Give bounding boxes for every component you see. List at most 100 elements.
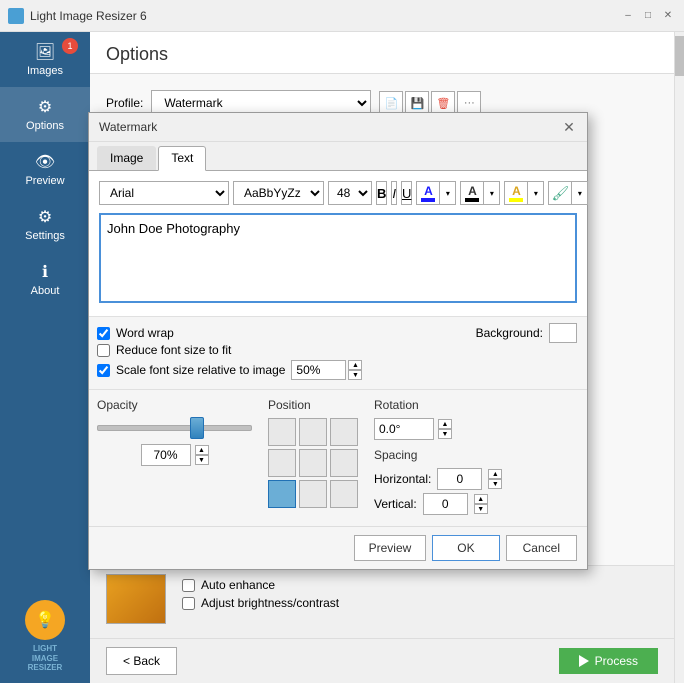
vertical-decrement-button[interactable]: ▼: [474, 504, 488, 514]
pos-top-left[interactable]: [268, 418, 296, 446]
spacing-label: Spacing: [374, 448, 502, 462]
word-wrap-checkbox[interactable]: [97, 327, 110, 340]
preview-button[interactable]: Preview: [354, 535, 427, 561]
reduce-font-label: Reduce font size to fit: [116, 343, 231, 357]
bold-button[interactable]: B: [376, 181, 387, 205]
scale-font-checkbox[interactable]: [97, 364, 110, 377]
opacity-input[interactable]: [141, 444, 191, 466]
opacity-decrement-button[interactable]: ▼: [195, 455, 209, 465]
sidebar-logo: 💡 LIGHTIMAGERESIZER: [0, 590, 90, 683]
sidebar-item-about[interactable]: ℹ About: [0, 252, 90, 307]
process-button[interactable]: Process: [559, 648, 658, 674]
pos-bot-center[interactable]: [299, 480, 327, 508]
cancel-button[interactable]: Cancel: [506, 535, 577, 561]
rotation-row: ▲ ▼: [374, 418, 502, 440]
dialog-close-button[interactable]: ✕: [561, 119, 577, 135]
scrollbar[interactable]: [674, 32, 684, 683]
horizontal-decrement-button[interactable]: ▼: [488, 479, 502, 489]
sidebar-item-settings[interactable]: ⚙ Settings: [0, 197, 90, 252]
dialog-tabs: Image Text: [89, 142, 587, 171]
page-header: Options: [90, 32, 674, 74]
sidebar-item-label: Preview: [25, 175, 64, 187]
effects-dropdown[interactable]: ▾: [572, 181, 588, 205]
scale-increment-button[interactable]: ▲: [348, 360, 362, 370]
images-icon: 🖼: [35, 42, 55, 62]
font-color-button[interactable]: A: [416, 181, 440, 205]
opacity-increment-button[interactable]: ▲: [195, 445, 209, 455]
rotation-increment-button[interactable]: ▲: [438, 419, 452, 429]
tab-image[interactable]: Image: [97, 146, 156, 170]
auto-enhance-checkbox[interactable]: [182, 579, 195, 592]
scale-decrement-button[interactable]: ▼: [348, 370, 362, 380]
scale-spin-buttons[interactable]: ▲ ▼: [348, 360, 362, 380]
scale-font-label: Scale font size relative to image: [116, 363, 285, 377]
pos-top-right[interactable]: [330, 418, 358, 446]
horizontal-spin-buttons[interactable]: ▲ ▼: [488, 469, 502, 489]
vertical-input[interactable]: [423, 493, 468, 515]
vertical-spin-buttons[interactable]: ▲ ▼: [474, 494, 488, 514]
vertical-label: Vertical:: [374, 497, 417, 511]
watermark-dialog: Watermark ✕ Image Text Arial Times New R…: [88, 112, 588, 570]
preview-icon: 👁: [35, 152, 55, 172]
play-icon: [579, 655, 589, 667]
rotation-input[interactable]: [374, 418, 434, 440]
auto-enhance-row: Auto enhance: [182, 578, 339, 592]
pos-bot-left[interactable]: [268, 480, 296, 508]
shadow-color-dropdown[interactable]: ▾: [484, 181, 500, 205]
effects-button[interactable]: 🖌: [548, 181, 572, 205]
background-color-picker[interactable]: [549, 323, 577, 343]
opacity-track: [97, 425, 252, 431]
pos-mid-center[interactable]: [299, 449, 327, 477]
bottom-area: Auto enhance Adjust brightness/contrast: [90, 565, 674, 638]
rotation-decrement-button[interactable]: ▼: [438, 429, 452, 439]
minimize-button[interactable]: –: [620, 8, 636, 24]
ok-button[interactable]: OK: [432, 535, 499, 561]
options-icon: ⚙: [38, 97, 52, 117]
position-label: Position: [268, 398, 358, 412]
opacity-spin-buttons[interactable]: ▲ ▼: [195, 445, 209, 465]
reduce-font-row: Reduce font size to fit: [97, 343, 579, 357]
opacity-thumb[interactable]: [190, 417, 204, 439]
sidebar-item-label: Options: [26, 120, 64, 132]
vertical-increment-button[interactable]: ▲: [474, 494, 488, 504]
font-size-select[interactable]: 48 12 24 36 72: [328, 181, 372, 205]
horizontal-input[interactable]: [437, 468, 482, 490]
profile-label: Profile:: [106, 96, 143, 110]
background-section: Background:: [476, 323, 577, 343]
opacity-slider[interactable]: [97, 418, 252, 438]
highlight-color-dropdown[interactable]: ▾: [528, 181, 544, 205]
shadow-color-button[interactable]: A: [460, 181, 484, 205]
font-preview-select[interactable]: AaBbYyZz: [233, 181, 324, 205]
reduce-font-checkbox[interactable]: [97, 344, 110, 357]
watermark-text-input[interactable]: John Doe Photography: [99, 213, 577, 303]
controls-area: Opacity ▲ ▼ Position: [89, 389, 587, 526]
pos-mid-right[interactable]: [330, 449, 358, 477]
bottom-nav: < Back Process: [90, 638, 674, 683]
scrollbar-thumb[interactable]: [675, 36, 684, 76]
font-name-select[interactable]: Arial Times New Roman Verdana: [99, 181, 229, 205]
close-button[interactable]: ✕: [660, 8, 676, 24]
back-button[interactable]: < Back: [106, 647, 177, 675]
font-color-indicator: [421, 198, 435, 202]
brightness-checkbox[interactable]: [182, 597, 195, 610]
pos-top-center[interactable]: [299, 418, 327, 446]
tab-text[interactable]: Text: [158, 146, 206, 171]
vertical-spacing-row: Vertical: ▲ ▼: [374, 493, 502, 515]
rotation-spin-buttons[interactable]: ▲ ▼: [438, 419, 452, 439]
sidebar: 🖼 Images 1 ⚙ Options 👁 Preview ⚙ Setting…: [0, 32, 90, 683]
sidebar-item-images[interactable]: 🖼 Images 1: [0, 32, 90, 87]
font-color-dropdown[interactable]: ▾: [440, 181, 456, 205]
sidebar-item-options[interactable]: ⚙ Options: [0, 87, 90, 142]
scale-font-row: Scale font size relative to image ▲ ▼: [97, 360, 579, 380]
italic-button[interactable]: I: [391, 181, 397, 205]
scale-font-input[interactable]: [291, 360, 346, 380]
underline-button[interactable]: U: [401, 181, 412, 205]
pos-mid-left[interactable]: [268, 449, 296, 477]
dialog-body: Arial Times New Roman Verdana AaBbYyZz 4…: [89, 171, 587, 316]
sidebar-item-preview[interactable]: 👁 Preview: [0, 142, 90, 197]
sidebar-item-label: Images: [27, 65, 63, 77]
maximize-button[interactable]: □: [640, 8, 656, 24]
highlight-color-button[interactable]: A: [504, 181, 528, 205]
horizontal-increment-button[interactable]: ▲: [488, 469, 502, 479]
pos-bot-right[interactable]: [330, 480, 358, 508]
